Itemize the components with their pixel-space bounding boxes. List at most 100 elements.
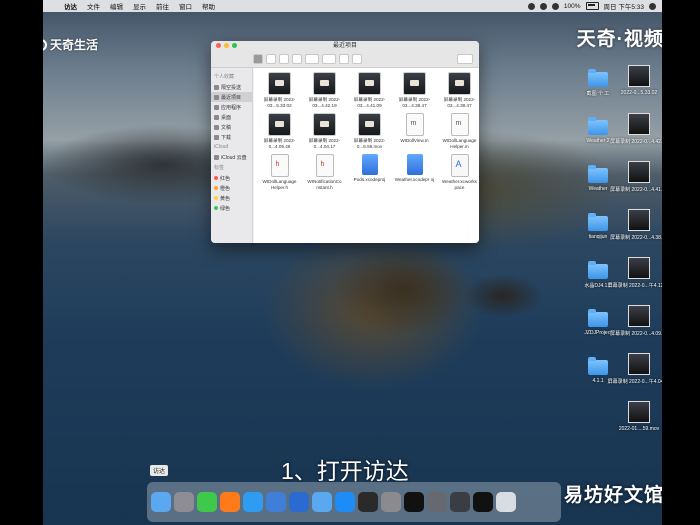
file-item[interactable]: 屏幕录制 2022-03...5.33.02 [258,72,301,109]
finder-window[interactable]: 最近项目 个人收藏 隔空投送 最近项目 应用程序 桌面 文稿 下载 iCloud… [211,41,479,243]
appstore-icon[interactable] [335,492,355,512]
trash-icon[interactable] [496,492,516,512]
sidebar-tag-item[interactable]: 黄色 [211,193,252,203]
download-icon [214,134,219,140]
wifi-icon[interactable] [551,2,559,10]
qq-icon[interactable] [404,492,424,512]
xcode-project-icon [361,154,378,175]
desktop-item[interactable]: 屏幕录制 2022-0...4.41.09 [610,161,662,193]
desktop-item[interactable]: 屏幕录制 2022-0...4.09.46 [610,305,662,337]
sidebar-item-icloud-drive[interactable]: iCloud 云盘 [211,152,252,162]
xcode-dev-icon[interactable] [289,492,309,512]
sidebar-item-recents[interactable]: 最近项目 [211,92,252,102]
sidebar-item-label: 文稿 [221,124,232,131]
files-icon[interactable] [312,492,332,512]
share-icon[interactable] [339,54,349,64]
movie-file-icon [268,72,291,95]
menu-bar: 访达 文件 编辑 显示 前往 窗口 帮助 100% 周日 下午5:33 [43,0,662,12]
menu-go[interactable]: 前往 [151,1,174,11]
status-app-icon[interactable] [527,2,535,10]
file-item[interactable]: WINotificationCo nstant.h [303,154,346,191]
tag-dot-icon [214,176,218,180]
tag-icon[interactable] [352,54,362,64]
icon-view-button[interactable] [253,54,263,64]
movie-file-icon [628,161,650,183]
finder-icon[interactable] [151,492,171,512]
zoom-button[interactable] [232,43,237,48]
finder-search-icon[interactable] [457,54,473,64]
file-item[interactable]: 屏幕录制 2022-0...6.59.mov [348,113,391,150]
source-file-icon [450,113,469,136]
column-view-button[interactable] [279,54,289,64]
desktop-item[interactable]: 屏幕录制 2022-0...4.38.47 [610,209,662,241]
watermark-left: 天奇生活 [43,36,98,53]
folder-icon [588,165,608,183]
quicktime-icon[interactable] [450,492,470,512]
launchpad-icon[interactable] [174,492,194,512]
qq-2-icon[interactable] [473,492,493,512]
desktop-item-label: 2022-0...5.33.02 [620,90,658,96]
menu-window[interactable]: 窗口 [174,1,197,11]
close-button[interactable] [216,43,221,48]
terminal-icon[interactable] [358,492,378,512]
sidebar-item-applications[interactable]: 应用程序 [211,102,252,112]
sidebar-item-desktop[interactable]: 桌面 [211,112,252,122]
file-item[interactable]: 屏幕录制 2022-03...4.42.19 [303,72,346,109]
watermark-logo-icon [43,38,47,51]
desktop-item[interactable]: 2022-01....59.mov [615,401,662,432]
firefox-icon[interactable] [220,492,240,512]
desktop-item[interactable]: 屏幕录制 2022-0...4.42.19 [610,113,662,145]
safari-icon[interactable] [243,492,263,512]
sidebar-item-label: 桌面 [221,114,232,121]
xcode-icon[interactable] [266,492,286,512]
desktop-item[interactable]: 2022-0...5.33.02 [615,65,662,96]
action-gear-icon[interactable] [322,54,336,64]
group-button[interactable] [305,54,319,64]
file-item[interactable]: WIDollLanguage Helper.h [258,154,301,191]
sidebar-item-airdrop[interactable]: 隔空投送 [211,82,252,92]
finder-titlebar[interactable]: 最近项目 [211,41,479,51]
list-view-button[interactable] [266,54,276,64]
menu-file[interactable]: 文件 [82,1,105,11]
sidebar-tag-item[interactable]: 红色 [211,173,252,183]
menu-help[interactable]: 帮助 [197,1,220,11]
sidebar-tag-item[interactable]: 橙色 [211,183,252,193]
file-item[interactable]: 屏幕录制 2022-03...4.38.47 [393,72,436,109]
movie-file-icon [448,72,471,95]
battery-icon[interactable] [585,2,599,10]
file-item[interactable]: Weather.xcodepr oj [393,154,436,191]
wechat-icon[interactable] [197,492,217,512]
watermark-right: 天奇·视频 [576,29,662,50]
menu-view[interactable]: 显示 [128,1,151,11]
file-item[interactable]: 屏幕录制 2022-0...4.09.46 [258,113,301,150]
search-icon[interactable] [649,2,656,10]
sidebar-tag-item[interactable]: 绿色 [211,203,252,213]
desktop-item[interactable]: 屏幕录制 2022-0...午4.04.17 [608,353,662,385]
desktop-item[interactable]: 屏幕录制 2022-0...午4.12.19 [608,257,662,289]
tag-dot-icon [214,196,218,200]
file-item[interactable]: Pods.xcodeproj [348,154,391,191]
file-item[interactable]: WIDollLanguage Helper.m [438,113,479,150]
movie-file-icon [628,209,650,231]
file-label: 屏幕录制 2022-03...4.41.09 [353,97,386,108]
file-item[interactable]: WIDollView.m [393,113,436,150]
sidebar-tag-label: 绿色 [220,205,231,212]
system-preferences-icon[interactable] [381,492,401,512]
file-label: Pods.xcodeproj [353,177,386,182]
sidebar-item-documents[interactable]: 文稿 [211,122,252,132]
file-label: WIDollView.m [400,138,429,143]
menu-clock[interactable]: 周日 下午5:33 [604,1,644,11]
gallery-view-button[interactable] [292,54,302,64]
file-item[interactable]: 屏幕录制 2022-0...4.04.17 [303,113,346,150]
bluetooth-icon[interactable] [539,2,547,10]
menu-app-name[interactable]: 访达 [59,1,82,11]
file-item[interactable]: 屏幕录制 2022-03...4.41.09 [348,72,391,109]
instruments-icon[interactable] [427,492,447,512]
file-item[interactable]: 屏幕录制 2022-03...4.38.47 [438,72,479,109]
menu-edit[interactable]: 编辑 [105,1,128,11]
minimize-button[interactable] [224,43,229,48]
movie-file-icon [358,113,381,136]
sidebar-item-downloads[interactable]: 下载 [211,132,252,142]
file-item[interactable]: Weather.xcworks pace [438,154,479,191]
finder-toolbar [211,51,479,68]
